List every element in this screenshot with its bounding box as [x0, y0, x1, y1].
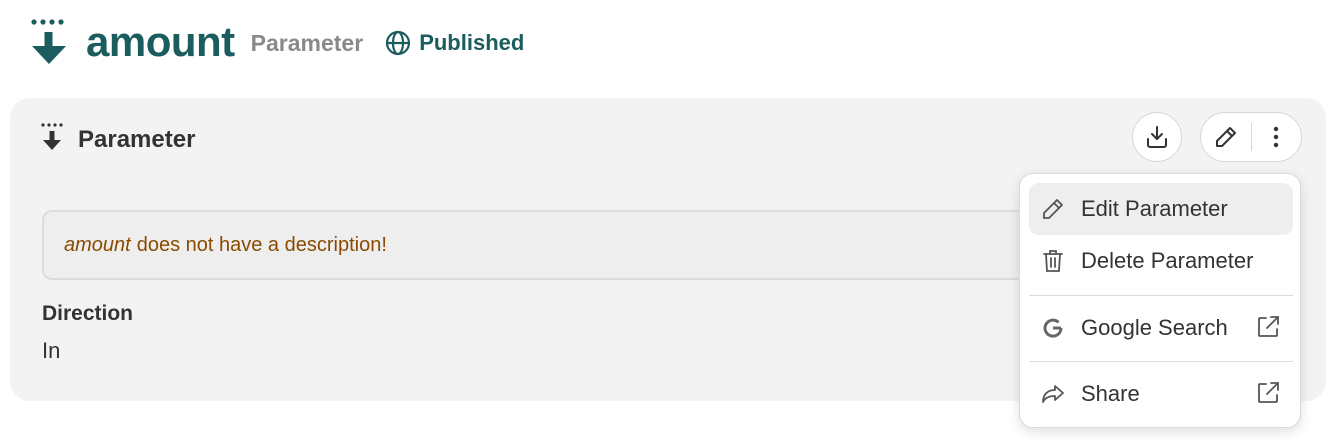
status-badge: Published	[385, 30, 524, 56]
external-link-icon	[1255, 314, 1281, 346]
download-button[interactable]	[1132, 112, 1182, 162]
description-message: does not have a description!	[136, 233, 387, 256]
pencil-icon	[1215, 127, 1236, 147]
status-label: Published	[419, 30, 525, 55]
menu-item-label: Share	[1081, 381, 1140, 406]
external-link-icon	[1255, 380, 1281, 412]
menu-item-label: Edit Parameter	[1081, 196, 1228, 221]
download-icon	[1147, 126, 1167, 148]
menu-divider	[1029, 295, 1293, 296]
pencil-icon	[1039, 195, 1067, 223]
menu-item-edit-parameter[interactable]: Edit Parameter	[1029, 183, 1293, 235]
parameter-in-icon	[40, 122, 64, 157]
more-options-button[interactable]	[1251, 113, 1301, 161]
more-options-menu: Edit Parameter Delete Parameter Google S…	[1019, 173, 1301, 428]
parameter-in-icon	[28, 16, 70, 68]
page-header: amount Parameter Published	[28, 12, 524, 72]
menu-item-google-search[interactable]: Google Search	[1029, 302, 1293, 354]
menu-item-share[interactable]: Share	[1029, 368, 1293, 420]
menu-item-label: Google Search	[1081, 315, 1228, 340]
direction-label: Direction	[42, 302, 134, 325]
menu-item-delete-parameter[interactable]: Delete Parameter	[1029, 235, 1293, 287]
more-vertical-icon	[1274, 126, 1279, 148]
globe-icon	[386, 30, 411, 56]
description-notice: amount does not have a description!	[42, 210, 1142, 280]
entity-type-label: Parameter	[250, 29, 364, 56]
google-icon	[1039, 314, 1067, 342]
share-icon	[1039, 380, 1067, 408]
card-header: Parameter	[40, 122, 195, 157]
card-actions-group	[1200, 112, 1302, 162]
parameter-name: amount	[64, 233, 131, 256]
trash-icon	[1039, 247, 1067, 275]
page-title: amount	[86, 18, 235, 65]
card-title: Parameter	[78, 125, 196, 153]
menu-divider	[1029, 361, 1293, 362]
menu-item-label: Delete Parameter	[1081, 248, 1254, 273]
direction-value: In	[42, 338, 61, 363]
edit-button[interactable]	[1201, 113, 1251, 161]
